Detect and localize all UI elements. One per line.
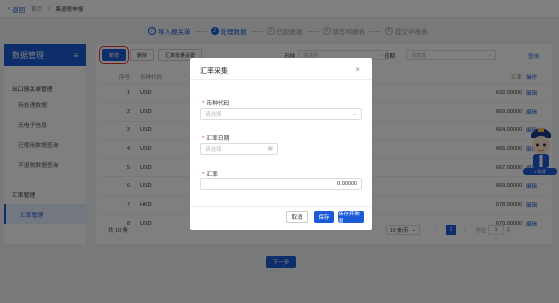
dialog-footer-divider [190, 206, 372, 207]
rate-label: * 汇率 [202, 172, 218, 178]
rate-date-picker[interactable]: 请选择 ▦ [200, 143, 278, 155]
rate-date-label: * 汇率日期 [202, 136, 230, 142]
calendar-icon: ▦ [267, 146, 273, 152]
currency-code-label: * 币种代码 [202, 101, 230, 107]
rate-input[interactable]: 0.00000 [200, 178, 362, 190]
chevron-down-icon: ⌄ [352, 111, 357, 117]
cancel-button[interactable]: 取消 [286, 211, 308, 223]
rate-dialog: 汇率采集 × * 币种代码 请选择 ⌄ * 汇率日期 请选择 ▦ * 汇率 0.000… [190, 58, 372, 230]
save-button[interactable]: 保存 [314, 211, 334, 223]
close-icon[interactable]: × [355, 65, 360, 74]
dialog-divider [190, 79, 372, 80]
save-and-new-button[interactable]: 保存并新增 [338, 211, 364, 225]
currency-code-select[interactable]: 请选择 ⌄ [200, 108, 362, 120]
dialog-title: 汇率采集 [200, 68, 228, 75]
